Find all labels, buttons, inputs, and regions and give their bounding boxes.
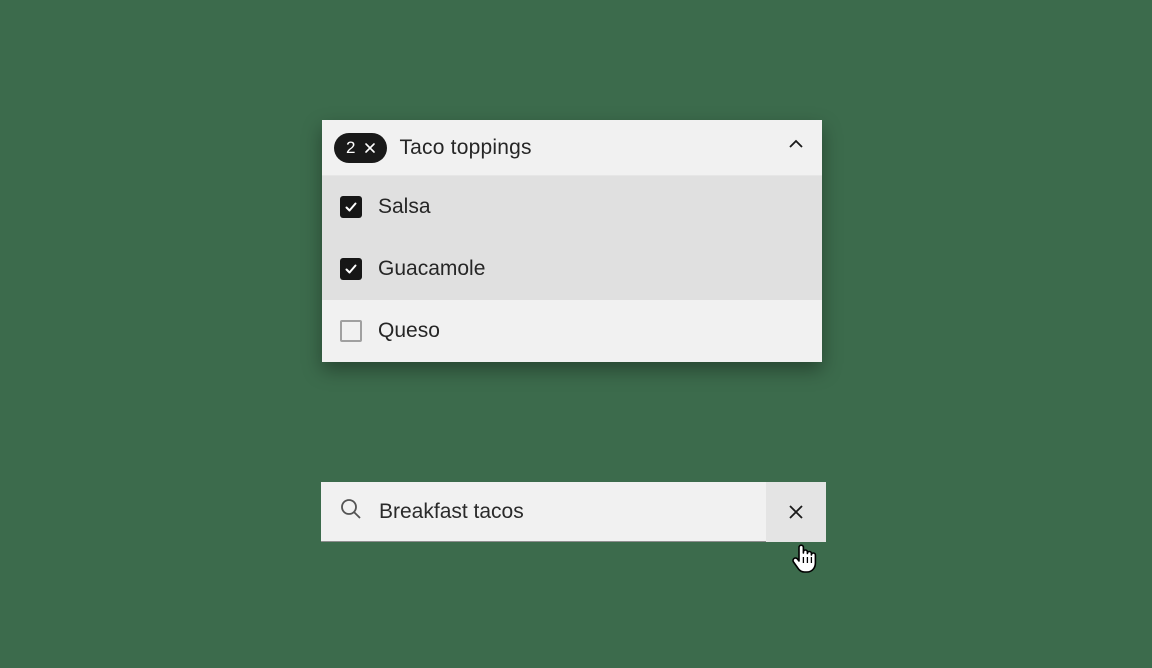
pointer-cursor-icon [790,542,820,579]
multiselect-header[interactable]: 2 Taco toppings [322,120,822,176]
option-label: Salsa [378,195,431,219]
search-icon [339,497,363,526]
selection-count-pill: 2 [334,133,387,163]
multiselect-option[interactable]: Salsa [322,176,822,238]
search-input[interactable]: Breakfast tacos [321,482,826,542]
clear-search-button[interactable] [766,482,826,542]
multiselect-option[interactable]: Queso [322,300,822,362]
search-value: Breakfast tacos [379,500,766,524]
selection-count: 2 [346,138,355,158]
chevron-up-icon[interactable] [786,135,806,160]
option-label: Guacamole [378,257,485,281]
checkbox-checked-icon[interactable] [340,196,362,218]
checkbox-checked-icon[interactable] [340,258,362,280]
multiselect-option[interactable]: Guacamole [322,238,822,300]
clear-all-icon[interactable] [363,141,377,155]
close-icon [786,502,806,522]
checkbox-unchecked-icon[interactable] [340,320,362,342]
option-label: Queso [378,319,440,343]
multiselect-label: Taco toppings [399,136,786,160]
multiselect-dropdown: 2 Taco toppings Salsa [322,120,822,362]
